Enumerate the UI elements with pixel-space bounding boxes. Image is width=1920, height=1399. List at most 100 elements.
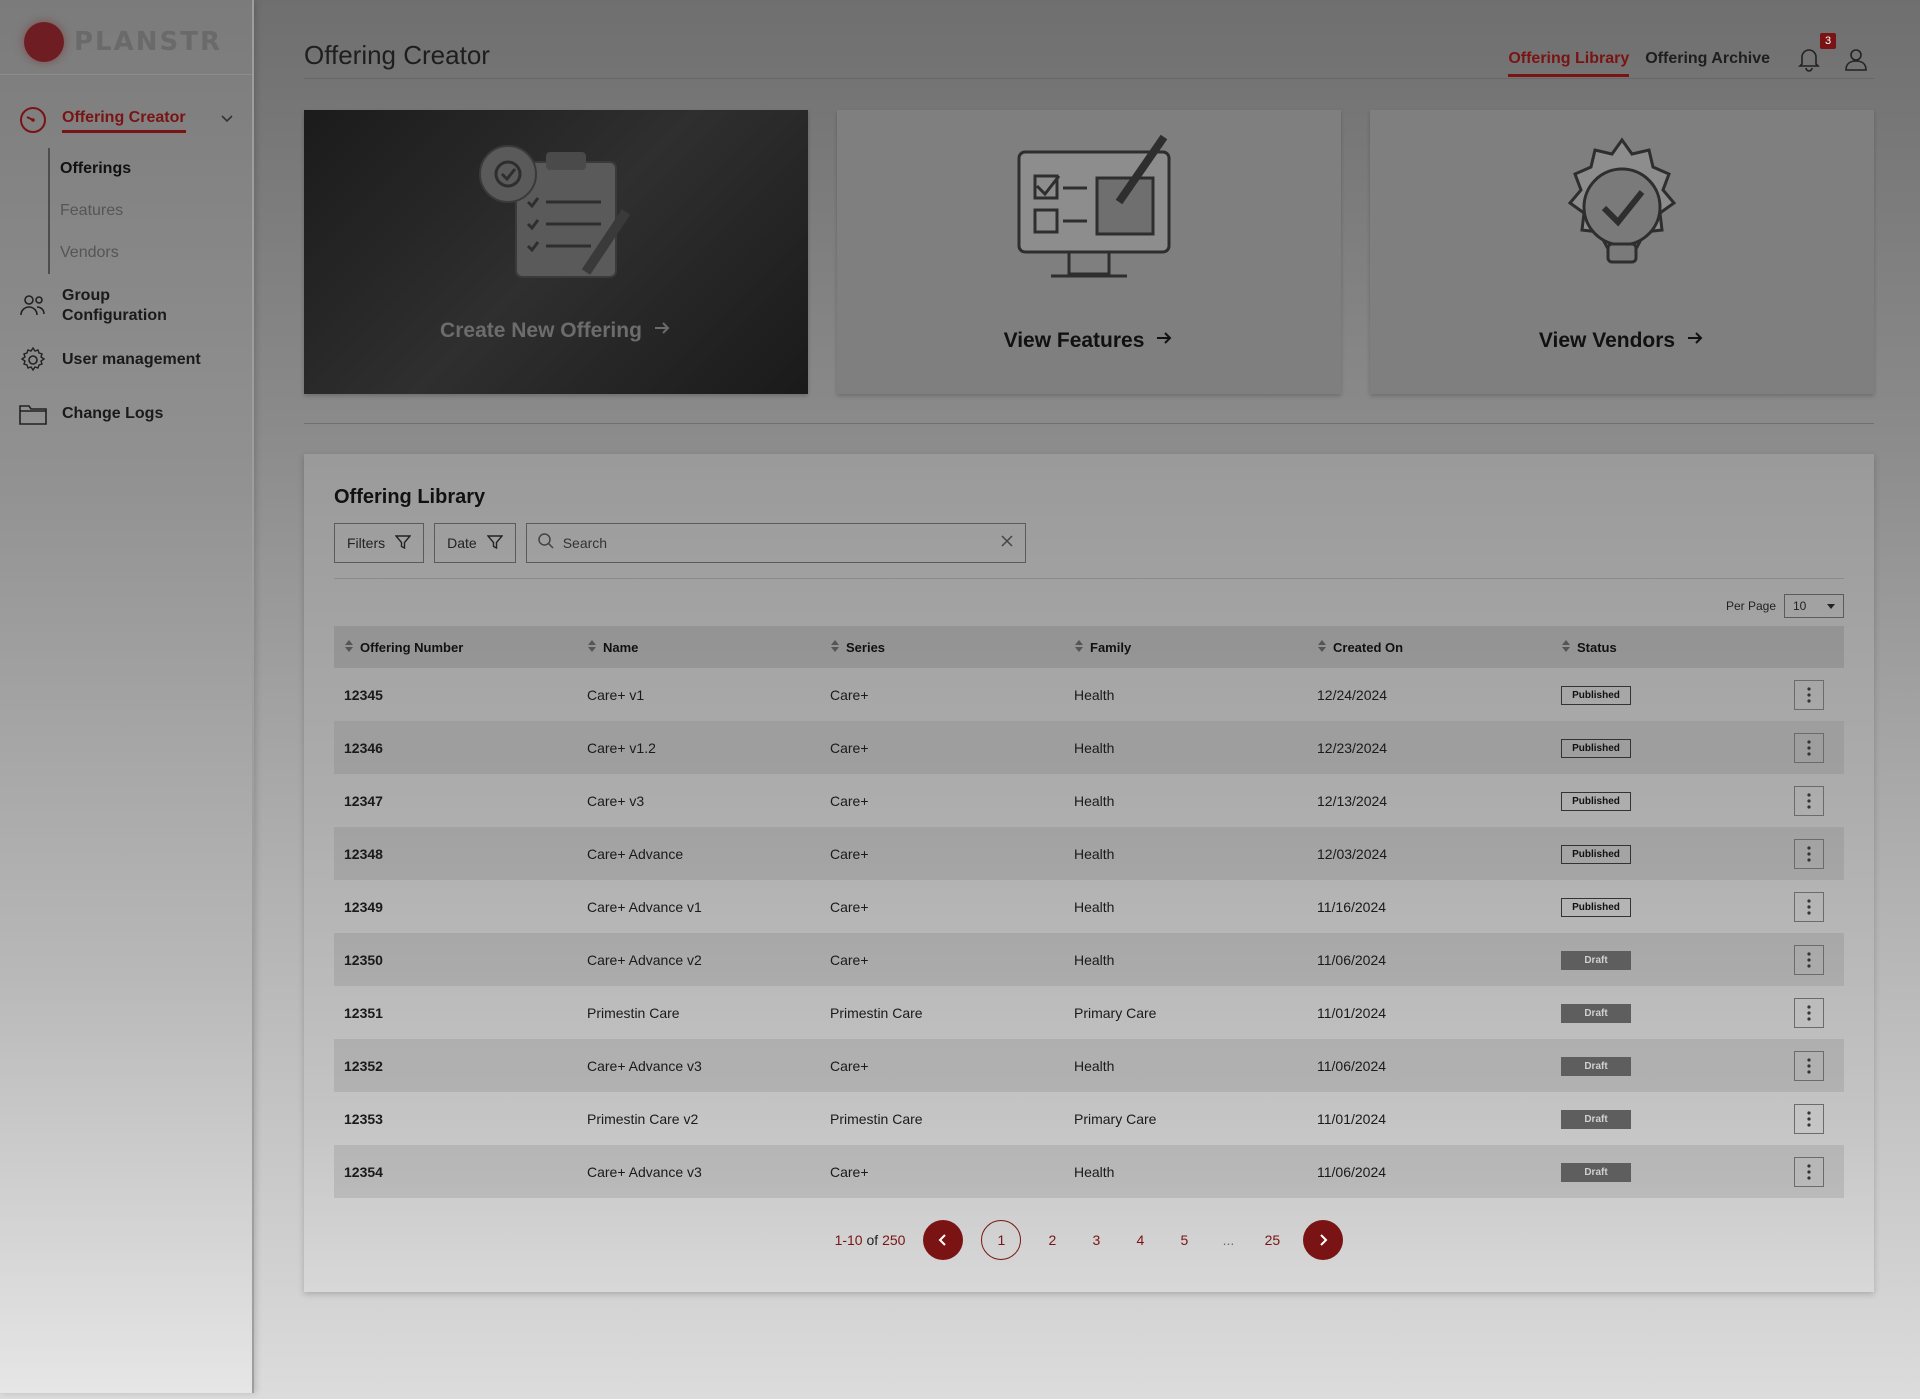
sidebar-subitem-features[interactable]: Features	[60, 190, 252, 232]
logo-text: PLANSTR	[74, 27, 222, 57]
table-row[interactable]: 12350 Care+ Advance v2 Care+ Health 11/06/20…	[334, 933, 1844, 986]
row-actions	[1794, 785, 1844, 816]
sidebar-item-change-logs[interactable]: Change Logs	[0, 392, 252, 436]
status-cell: Draft	[1551, 1162, 1794, 1182]
status-cell: Draft	[1551, 1109, 1794, 1129]
column-header[interactable]: Name	[577, 639, 820, 656]
more-actions-button[interactable]	[1794, 838, 1824, 869]
more-actions-button[interactable]	[1794, 679, 1824, 710]
more-actions-button[interactable]	[1794, 891, 1824, 922]
row-actions	[1794, 732, 1844, 763]
tab-offering-archive[interactable]: Offering Archive	[1645, 50, 1770, 77]
sort-icon	[344, 639, 354, 656]
family-cell: Health	[1074, 951, 1115, 968]
chevron-down-icon[interactable]	[220, 111, 234, 130]
column-header[interactable]: Status	[1551, 639, 1794, 656]
page-5-button[interactable]: 5	[1171, 1232, 1197, 1248]
created-on-cell: 12/24/2024	[1317, 686, 1388, 703]
header-divider	[304, 78, 1874, 79]
per-page-control: Per Page 10	[1726, 594, 1844, 618]
more-actions-button[interactable]	[1794, 1103, 1824, 1134]
filters-button[interactable]: Filters	[334, 523, 425, 563]
more-actions-button[interactable]	[1794, 1156, 1824, 1187]
chevron-right-icon	[1320, 1234, 1328, 1246]
per-page-select[interactable]: 10	[1784, 594, 1844, 618]
more-actions-button[interactable]	[1794, 785, 1824, 816]
family-cell: Primary Care	[1074, 1110, 1157, 1127]
more-actions-button[interactable]	[1794, 997, 1824, 1028]
user-icon[interactable]	[1843, 46, 1869, 77]
table-row[interactable]: 12353 Primestin Care v2 Primestin Care Prim…	[334, 1092, 1844, 1145]
sort-icon	[587, 639, 597, 656]
page-1-button[interactable]: 1	[981, 1220, 1022, 1260]
sort-icon	[1317, 639, 1327, 656]
status-cell: Draft	[1551, 1003, 1794, 1023]
more-actions-button[interactable]	[1794, 732, 1824, 763]
table-row[interactable]: 12351 Primestin Care Primestin Care Primary…	[334, 986, 1844, 1039]
view-vendors-card[interactable]: View Vendors	[1370, 110, 1874, 394]
table-row[interactable]: 12354 Care+ Advance v3 Care+ Health 11/06/20…	[334, 1145, 1844, 1198]
brand-logo[interactable]: PLANSTR	[24, 20, 222, 64]
status-badge: Draft	[1561, 1109, 1631, 1129]
series-cell: Care+	[830, 686, 869, 703]
page-4-button[interactable]: 4	[1127, 1232, 1153, 1248]
prev-page-button[interactable]	[923, 1220, 964, 1260]
kebab-icon	[1807, 1163, 1811, 1180]
offering-number-cell: 12346	[344, 739, 383, 756]
page-3-button[interactable]: 3	[1083, 1232, 1109, 1248]
table-row[interactable]: 12349 Care+ Advance v1 Care+ Health 11/16/20…	[334, 880, 1844, 933]
pagination-ellipsis: ...	[1222, 1232, 1235, 1248]
name-cell: Care+ v1.2	[587, 739, 656, 756]
sidebar-subitem-offerings[interactable]: Offerings	[60, 148, 252, 190]
notification-badge: 3	[1820, 33, 1836, 49]
series-cell: Care+	[830, 792, 869, 809]
status-cell: Published	[1551, 738, 1794, 758]
column-header[interactable]: Created On	[1307, 639, 1551, 656]
date-filter-button[interactable]: Date	[434, 523, 516, 563]
table-row[interactable]: 12346 Care+ v1.2 Care+ Health 12/23/2024 Publ…	[334, 721, 1844, 774]
status-cell: Published	[1551, 897, 1794, 917]
per-page-label: Per Page	[1725, 599, 1776, 613]
column-header[interactable]: Family	[1064, 639, 1307, 656]
status-cell: Draft	[1551, 950, 1794, 970]
more-actions-button[interactable]	[1794, 944, 1824, 975]
column-header[interactable]: Series	[820, 639, 1064, 656]
view-vendors-label: View Vendors	[1370, 328, 1874, 354]
family-cell: Health	[1074, 739, 1115, 756]
family-cell: Health	[1074, 898, 1115, 915]
table-body: 12345 Care+ v1 Care+ Health 12/24/2024 Publis…	[334, 668, 1844, 1198]
table-row[interactable]: 12345 Care+ v1 Care+ Health 12/24/2024 Publis…	[334, 668, 1844, 721]
sidebar-subitem-vendors[interactable]: Vendors	[60, 232, 252, 274]
gear-icon	[18, 345, 48, 375]
sidebar-item-user-management[interactable]: User management	[0, 338, 252, 382]
pagination-total: 250	[882, 1232, 906, 1248]
table-row[interactable]: 12348 Care+ Advance Care+ Health 12/03/2024 P…	[334, 827, 1844, 880]
column-header[interactable]: Offering Number	[334, 639, 577, 656]
card-label: View Vendors	[1538, 329, 1676, 352]
close-icon[interactable]	[999, 533, 1015, 554]
page-25-button[interactable]: 25	[1259, 1232, 1285, 1248]
next-page-button[interactable]	[1303, 1220, 1344, 1260]
row-actions	[1794, 891, 1844, 922]
more-actions-button[interactable]	[1794, 1050, 1824, 1081]
sidebar-item-label: User management	[62, 351, 201, 368]
sidebar-item-offering-creator[interactable]: Offering Creator	[0, 100, 252, 140]
bell-icon[interactable]	[1796, 46, 1822, 77]
family-cell: Health	[1074, 1163, 1115, 1180]
search-input[interactable]	[562, 535, 991, 551]
kebab-icon	[1807, 951, 1811, 968]
sort-icon	[1561, 639, 1571, 656]
create-offering-card[interactable]: Create New Offering	[304, 110, 808, 394]
offering-number-cell: 12351	[344, 1004, 383, 1021]
table-row[interactable]: 12352 Care+ Advance v3 Care+ Health 11/06/20…	[334, 1039, 1844, 1092]
library-title: Offering Library	[334, 486, 486, 508]
table-row[interactable]: 12347 Care+ v3 Care+ Health 12/13/2024 Publis…	[334, 774, 1844, 827]
status-cell: Published	[1551, 844, 1794, 864]
name-cell: Care+ Advance	[587, 845, 684, 862]
offering-number-cell: 12349	[344, 898, 383, 915]
page-2-button[interactable]: 2	[1039, 1232, 1065, 1248]
view-features-card[interactable]: View Features	[837, 110, 1341, 394]
offering-number-cell: 12353	[344, 1110, 383, 1127]
sidebar-item-group-configuration[interactable]: Group Configuration	[0, 284, 252, 328]
tab-offering-library[interactable]: Offering Library	[1508, 50, 1630, 77]
